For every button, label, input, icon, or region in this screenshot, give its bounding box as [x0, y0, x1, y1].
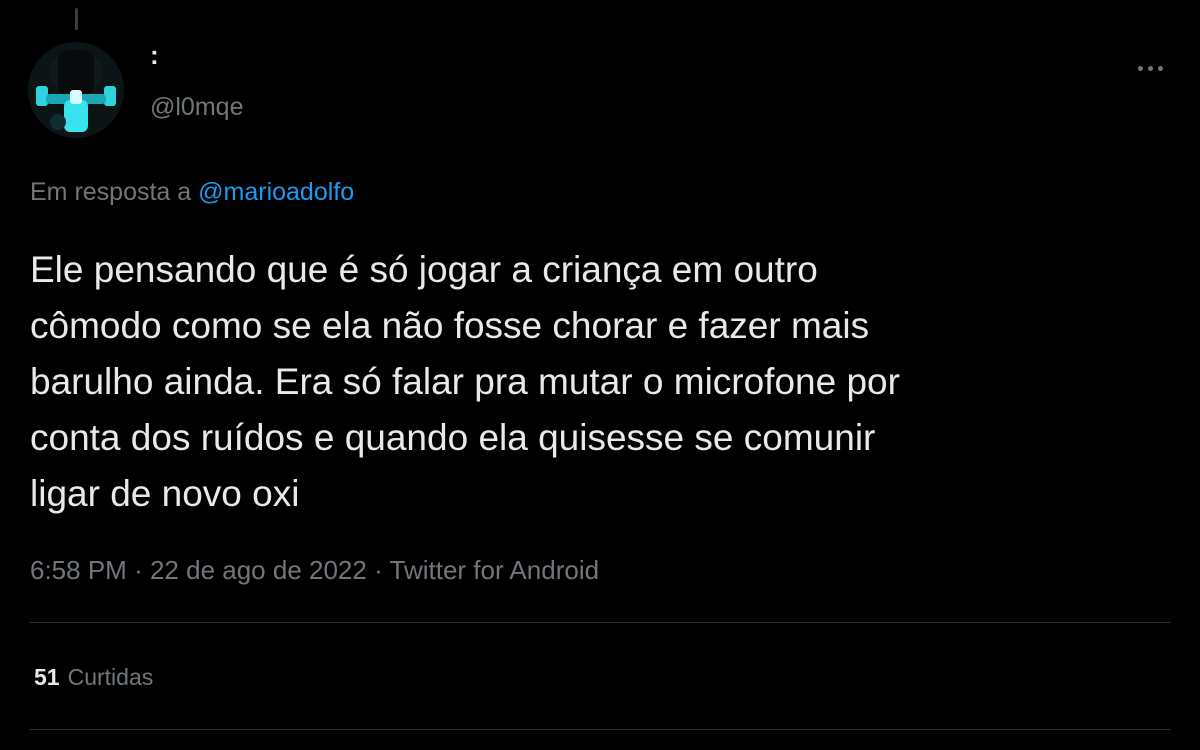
thread-connector-line: [75, 8, 78, 30]
reply-prefix: Em resposta a: [30, 178, 192, 206]
likes-count: 51: [34, 664, 60, 690]
divider: [30, 729, 1170, 730]
tweet-source[interactable]: Twitter for Android: [390, 555, 600, 585]
reply-mention-link[interactable]: @marioadolfo: [198, 178, 354, 206]
meta-separator: ·: [134, 555, 143, 585]
tweet-date[interactable]: 22 de ago de 2022: [150, 555, 367, 585]
user-handle[interactable]: @l0mqe: [150, 92, 243, 122]
divider: [30, 622, 1170, 623]
more-options-button[interactable]: [1128, 50, 1172, 86]
avatar[interactable]: [28, 42, 124, 138]
meta-separator: ·: [374, 555, 383, 585]
tweet-text: Ele pensando que é só jogar a criança em…: [30, 249, 900, 514]
tweet-metadata: 6:58 PM · 22 de ago de 2022 · Twitter fo…: [30, 552, 599, 588]
display-name[interactable]: :: [150, 40, 161, 70]
more-horizontal-icon: [1137, 65, 1163, 71]
tweet-time[interactable]: 6:58 PM: [30, 555, 127, 585]
reply-context: Em resposta a @marioadolfo: [30, 176, 354, 208]
likes-stat[interactable]: 51 Curtidas: [34, 660, 153, 694]
avatar-image: [28, 42, 124, 138]
likes-label: Curtidas: [67, 664, 154, 690]
